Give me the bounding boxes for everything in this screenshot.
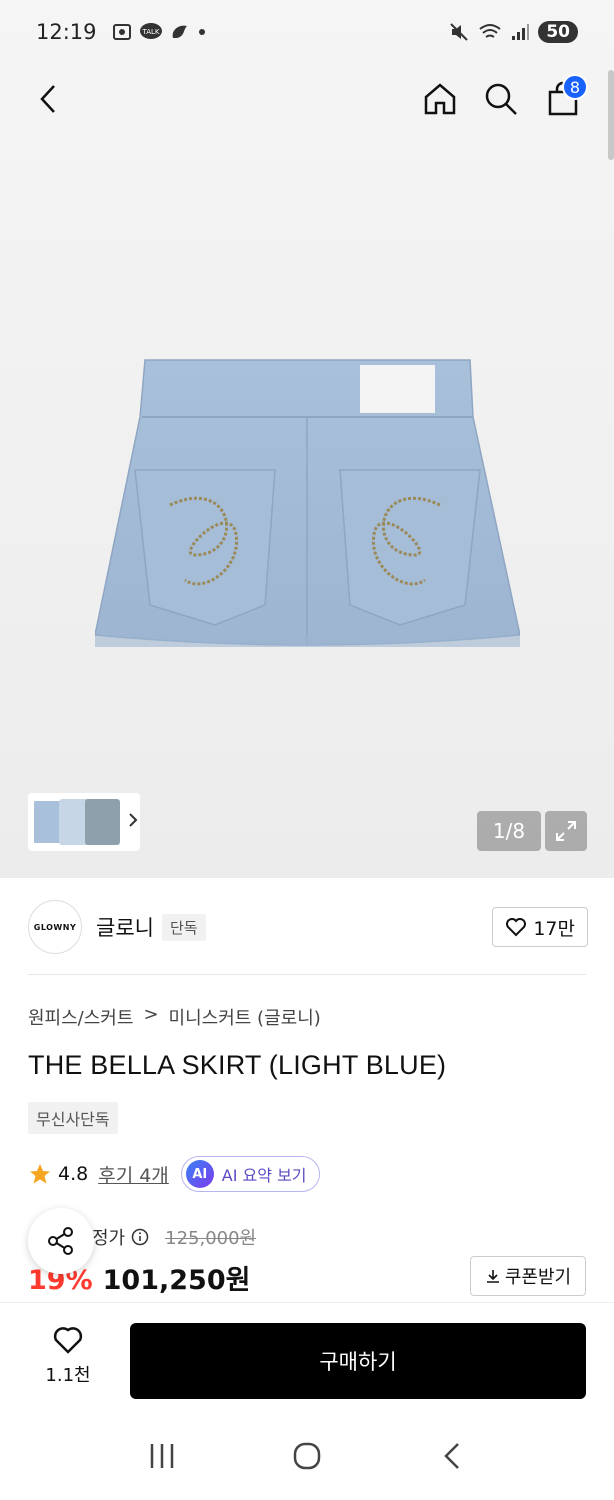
breadcrumb: 원피스/스커트 > 미니스커트 (글로니): [28, 1004, 321, 1030]
back-nav-button[interactable]: [422, 1426, 482, 1486]
recent-apps-icon: [151, 1444, 174, 1468]
home-icon: [424, 83, 456, 115]
coupon-label: 쿠폰받기: [504, 1267, 572, 1288]
product-image: [95, 359, 520, 647]
breadcrumb-separator: >: [143, 1004, 159, 1025]
heart-icon: [53, 1327, 83, 1354]
system-nav-bar: [0, 1412, 614, 1500]
kakaotalk-icon: TALK: [139, 23, 162, 39]
heart-icon: [506, 918, 527, 937]
app-icon: [172, 25, 187, 38]
notification-dot-icon: [198, 29, 205, 35]
review-link[interactable]: 후기 4개: [98, 1161, 169, 1188]
exclusive-tag: 무신사단독: [28, 1102, 118, 1134]
original-price-row: 정가 125,000원: [92, 1224, 256, 1250]
wifi-icon: [479, 24, 501, 38]
rating-row: 4.8 후기 4개 AI AI 요약 보기: [28, 1156, 320, 1192]
cart-count-badge: 8: [562, 74, 588, 100]
original-price-label: 정가: [92, 1228, 126, 1249]
mute-icon: [450, 23, 469, 41]
product-title: THE BELLA SKIRT (LIGHT BLUE): [28, 1050, 447, 1080]
svg-text:TALK: TALK: [141, 28, 159, 36]
home-circle-icon: [293, 1442, 321, 1470]
original-price: 125,000원: [165, 1228, 257, 1249]
share-icon: [48, 1227, 73, 1255]
star-icon: [30, 1164, 50, 1184]
ai-summary-label: AI 요약 보기: [221, 1166, 307, 1185]
top-nav: 8: [0, 64, 614, 134]
brand-name[interactable]: 글로니: [96, 912, 154, 942]
brand-like-count: 17만: [533, 917, 575, 940]
wishlist-count: 1.1천: [45, 1365, 91, 1386]
home-button[interactable]: [415, 74, 465, 124]
ai-badge-icon: AI: [185, 1160, 214, 1188]
info-icon[interactable]: [131, 1228, 149, 1246]
brand-exclusive-tag: 단독: [161, 913, 206, 941]
expand-button[interactable]: [545, 811, 587, 851]
thumbnail-3[interactable]: [85, 799, 120, 845]
breadcrumb-subcategory[interactable]: 미니스커트 (글로니): [169, 1004, 321, 1030]
signal-icon: [512, 24, 530, 40]
breadcrumb-category[interactable]: 원피스/스커트: [28, 1004, 133, 1030]
back-arrow-icon: [40, 85, 55, 113]
scrollbar[interactable]: [608, 70, 614, 160]
home-nav-button[interactable]: [277, 1426, 337, 1486]
wishlist-button[interactable]: 1.1천: [28, 1325, 108, 1387]
download-icon: [486, 1270, 499, 1283]
bottom-action-bar: 1.1천 구매하기: [0, 1302, 614, 1412]
chevron-right-icon[interactable]: [126, 811, 140, 833]
brand-logo[interactable]: GLOWNY: [28, 900, 82, 954]
expand-icon: [556, 821, 576, 841]
thumbnail-strip[interactable]: [28, 793, 140, 851]
coupon-button[interactable]: 쿠폰받기: [470, 1256, 586, 1296]
brand-like-button[interactable]: 17만: [492, 907, 588, 947]
brand-row: GLOWNY 글로니 단독 17만: [28, 898, 588, 956]
share-button[interactable]: [28, 1208, 94, 1274]
status-time: 12:19: [36, 20, 97, 44]
screenshot-icon: [112, 24, 131, 40]
back-button[interactable]: [24, 74, 74, 124]
divider: [28, 974, 586, 975]
sale-price: 101,250원: [102, 1265, 251, 1296]
cart-button[interactable]: 8: [538, 74, 588, 124]
battery-level: 50: [538, 21, 578, 43]
rating-value: 4.8: [58, 1163, 89, 1185]
ai-summary-button[interactable]: AI AI 요약 보기: [180, 1156, 320, 1192]
back-chevron-icon: [443, 1443, 459, 1469]
search-button[interactable]: [476, 74, 526, 124]
image-counter: 1/8: [477, 811, 541, 851]
status-bar: 12:19 TALK 50: [0, 0, 614, 64]
search-icon: [485, 83, 517, 115]
recent-apps-button[interactable]: [132, 1426, 192, 1486]
buy-button[interactable]: 구매하기: [130, 1323, 586, 1399]
